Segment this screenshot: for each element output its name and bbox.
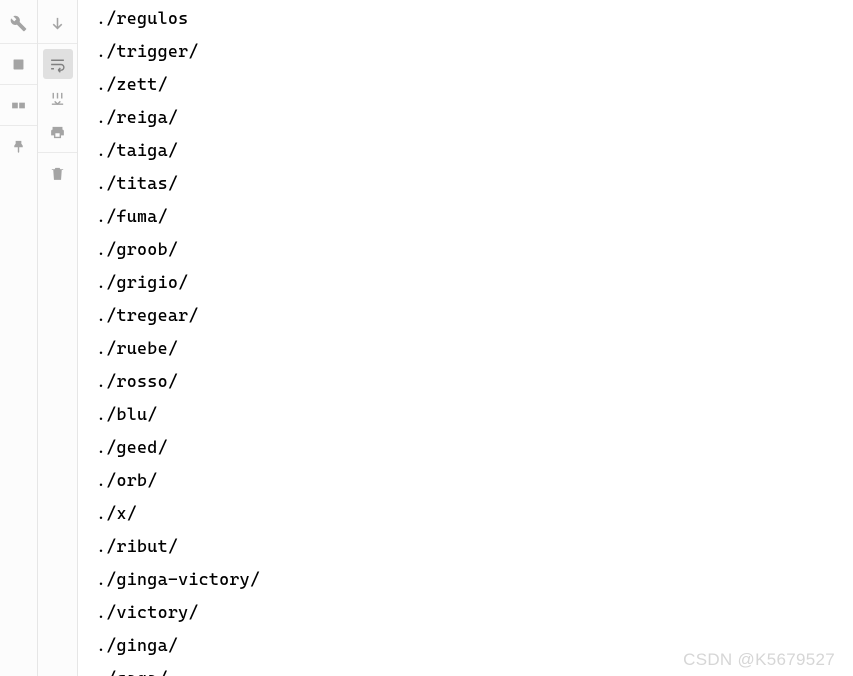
output-line: ./ginga-victory/ — [96, 563, 853, 596]
stop-button[interactable] — [4, 49, 34, 79]
output-line: ./rosso/ — [96, 365, 853, 398]
divider — [0, 125, 37, 126]
output-line: ./trigger/ — [96, 35, 853, 68]
trash-button[interactable] — [43, 158, 73, 188]
divider — [0, 43, 37, 44]
output-line: ./taiga/ — [96, 134, 853, 167]
output-line: ./geed/ — [96, 431, 853, 464]
settings-button[interactable] — [4, 8, 34, 38]
divider — [38, 43, 77, 44]
output-line: ./zett/ — [96, 68, 853, 101]
output-line: ./regulos — [96, 2, 853, 35]
output-line: ./fuma/ — [96, 200, 853, 233]
divider — [38, 152, 77, 153]
wrench-icon — [10, 15, 27, 32]
output-line: ./blu/ — [96, 398, 853, 431]
output-line: ./ribut/ — [96, 530, 853, 563]
output-line: ./orb/ — [96, 464, 853, 497]
scroll-to-end-icon — [49, 90, 66, 107]
primary-sidebar — [0, 0, 38, 676]
arrow-down-icon — [49, 15, 66, 32]
console-output[interactable]: ./regulos./trigger/./zett/./reiga/./taig… — [78, 0, 853, 676]
output-line: ./grigio/ — [96, 266, 853, 299]
pin-button[interactable] — [4, 131, 34, 161]
output-line: ./groob/ — [96, 233, 853, 266]
stop-icon — [10, 56, 27, 73]
softwrap-button[interactable] — [43, 49, 73, 79]
secondary-sidebar — [38, 0, 78, 676]
output-line: ./reiga/ — [96, 101, 853, 134]
print-button[interactable] — [43, 117, 73, 147]
output-line: ./victory/ — [96, 596, 853, 629]
trash-icon — [49, 165, 66, 182]
output-line: ./titas/ — [96, 167, 853, 200]
output-line: ./x/ — [96, 497, 853, 530]
layout-button[interactable] — [4, 90, 34, 120]
print-icon — [49, 124, 66, 141]
output-line: ./ginga/ — [96, 629, 853, 662]
wrap-icon — [49, 56, 66, 73]
output-line: ./tregear/ — [96, 299, 853, 332]
pin-icon — [10, 138, 27, 155]
arrow-down-button[interactable] — [43, 8, 73, 38]
scroll-to-end-button[interactable] — [43, 83, 73, 113]
divider — [0, 84, 37, 85]
layout-icon — [10, 97, 27, 114]
output-line: ./ruebe/ — [96, 332, 853, 365]
output-line: ./saga/ — [96, 662, 853, 676]
